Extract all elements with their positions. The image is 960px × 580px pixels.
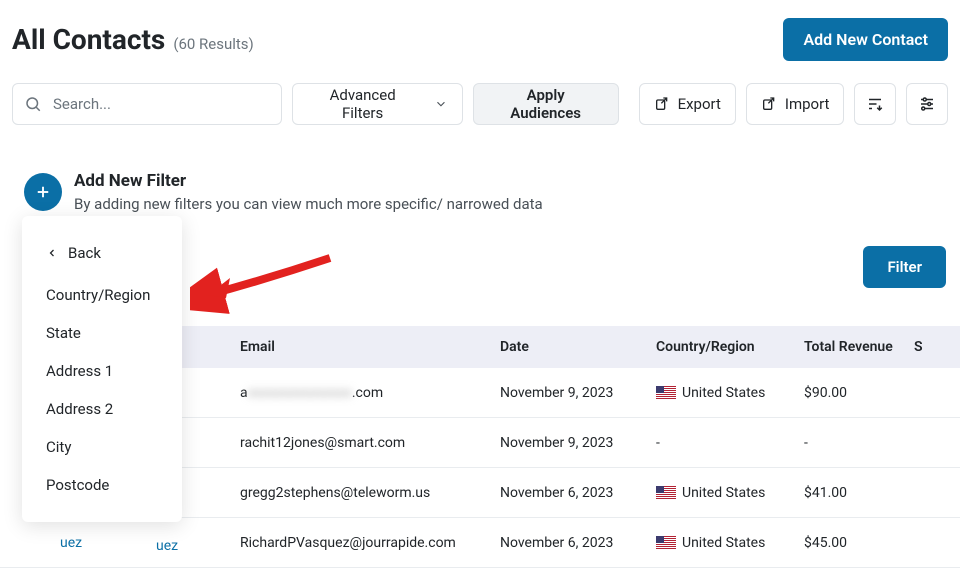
dropdown-item-city[interactable]: City [22, 428, 182, 466]
dropdown-item-address-1[interactable]: Address 1 [22, 352, 182, 390]
cell-revenue: $90.00 [804, 385, 914, 401]
filter-button[interactable]: Filter [863, 246, 946, 288]
sort-icon [866, 95, 884, 113]
cell-email: RichardPVasquez@jourrapide.com [240, 535, 500, 551]
plus-icon [34, 183, 52, 201]
page-header: All Contacts (60 Results) Add New Contac… [12, 18, 948, 61]
import-icon [761, 96, 777, 112]
flag-us-icon [656, 536, 676, 549]
cell-revenue: $41.00 [804, 485, 914, 501]
chevron-left-icon [46, 247, 58, 259]
import-button[interactable]: Import [746, 83, 845, 125]
export-label: Export [678, 95, 721, 113]
cell-email: gregg2stephens@teleworm.us [240, 485, 500, 501]
add-filter-button[interactable] [24, 173, 62, 211]
search-input[interactable] [12, 83, 282, 125]
flag-us-icon [656, 486, 676, 499]
sort-button[interactable] [854, 83, 896, 125]
cell-revenue: - [804, 435, 914, 451]
col-header-date[interactable]: Date [500, 339, 656, 355]
cell-country: - [656, 435, 804, 451]
dropdown-back-button[interactable]: Back [22, 234, 182, 276]
filter-dropdown: Back Country/Region State Address 1 Addr… [22, 216, 182, 522]
dropdown-item-state[interactable]: State [22, 314, 182, 352]
contact-name-link[interactable]: uez [60, 535, 82, 551]
apply-audiences-button[interactable]: Apply Audiences [473, 83, 619, 125]
export-icon [654, 96, 670, 112]
chevron-down-icon [434, 97, 448, 111]
cell-date: November 6, 2023 [500, 485, 656, 501]
sliders-icon [918, 95, 936, 113]
col-header-email[interactable]: Email [240, 339, 500, 355]
add-filter-subtitle: By adding new filters you can view much … [74, 195, 543, 213]
annotation-arrow [190, 248, 340, 328]
import-label: Import [785, 95, 830, 113]
add-new-contact-button[interactable]: Add New Contact [783, 18, 948, 61]
col-header-country[interactable]: Country/Region [656, 339, 804, 355]
export-button[interactable]: Export [639, 83, 736, 125]
cell-revenue: $45.00 [804, 535, 914, 551]
cell-date: November 9, 2023 [500, 435, 656, 451]
settings-button[interactable] [906, 83, 948, 125]
col-header-revenue[interactable]: Total Revenue [804, 339, 914, 355]
add-filter-prompt: Add New Filter By adding new filters you… [12, 171, 948, 213]
add-filter-title: Add New Filter [74, 171, 543, 191]
toolbar: Advanced Filters Apply Audiences Export … [12, 83, 948, 125]
advanced-filters-label: Advanced Filters [307, 86, 417, 122]
flag-us-icon [656, 386, 676, 399]
cell-email: axxxxxxxxxxxxxxx.com [240, 385, 500, 401]
cell-country: United States [656, 485, 804, 501]
cell-date: November 6, 2023 [500, 535, 656, 551]
dropdown-item-address-2[interactable]: Address 2 [22, 390, 182, 428]
advanced-filters-button[interactable]: Advanced Filters [292, 83, 462, 125]
cell-date: November 9, 2023 [500, 385, 656, 401]
dropdown-item-country-region[interactable]: Country/Region [22, 276, 182, 314]
result-count: (60 Results) [173, 35, 253, 53]
cell-country: United States [656, 535, 804, 551]
search-icon [24, 95, 42, 113]
col-header-s[interactable]: S [914, 339, 944, 355]
cell-email: rachit12jones@smart.com [240, 435, 500, 451]
cell-country: United States [656, 385, 804, 401]
dropdown-back-label: Back [68, 244, 101, 262]
name-link-fragment[interactable]: uez [156, 538, 178, 554]
page-title: All Contacts [12, 23, 165, 56]
dropdown-item-postcode[interactable]: Postcode [22, 466, 182, 504]
